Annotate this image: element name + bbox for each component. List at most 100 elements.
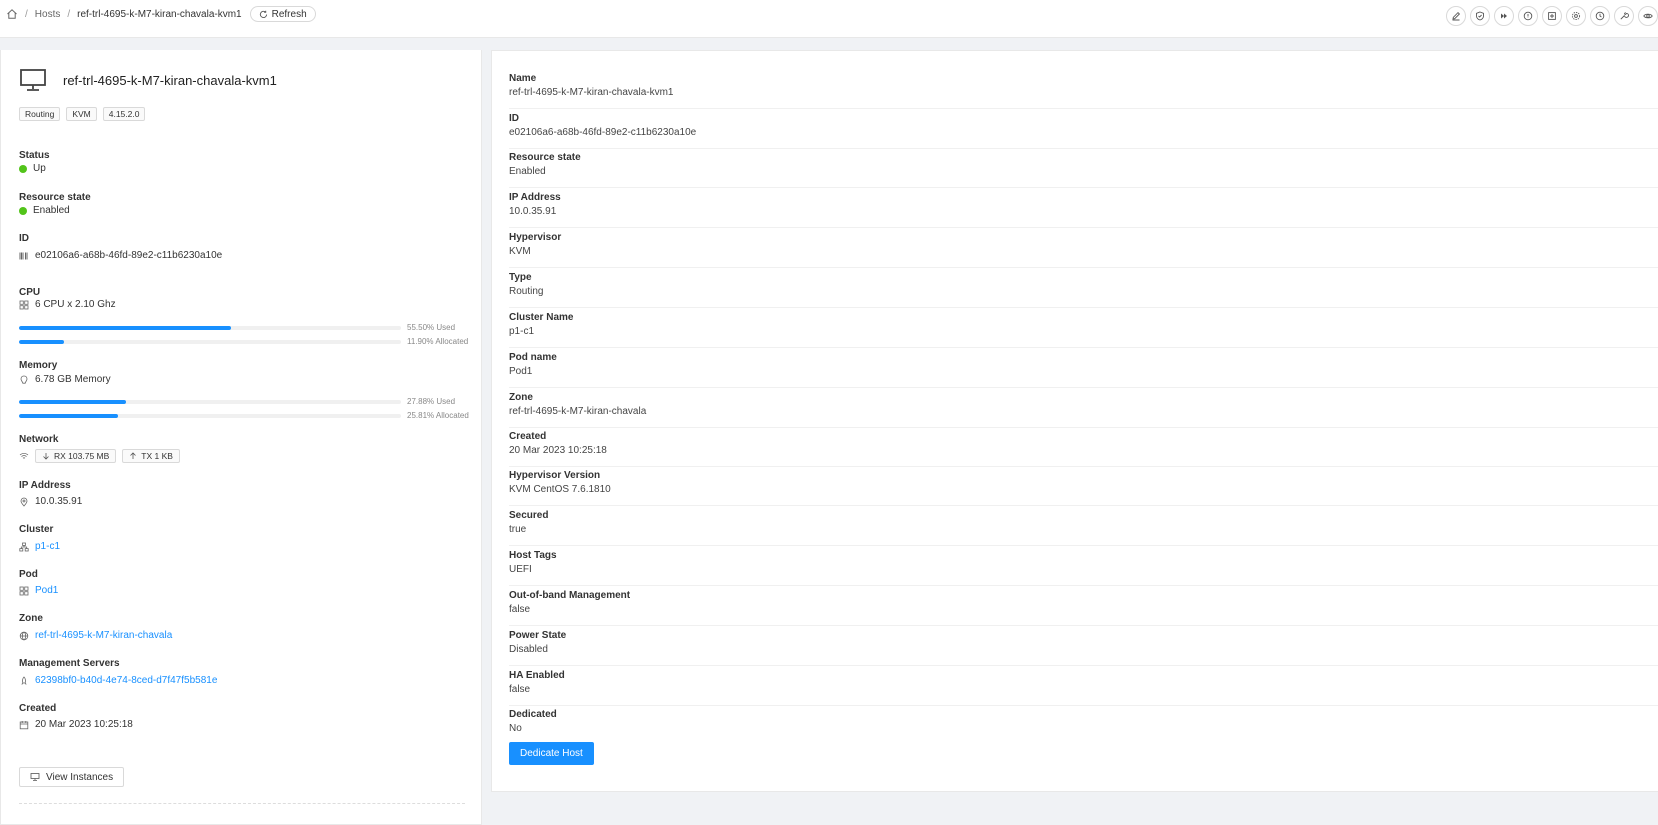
detail-value: No	[509, 723, 522, 734]
cpu-icon	[19, 300, 29, 309]
pod-label: Pod	[19, 569, 38, 580]
detail-item: Hypervisor KVM	[509, 231, 1658, 268]
cluster-link[interactable]: p1-c1	[35, 541, 60, 552]
edit-button[interactable]	[1446, 6, 1466, 26]
resource-state-text: Enabled	[33, 205, 70, 216]
created-text: 20 Mar 2023 10:25:18	[35, 719, 133, 730]
management-server-link[interactable]: 62398bf0-b40d-4e74-8ced-d7f47f5b581e	[35, 675, 217, 686]
pod-link[interactable]: Pod1	[35, 585, 58, 596]
info-button[interactable]	[1518, 6, 1538, 26]
breadcrumb-separator: /	[25, 8, 28, 20]
detail-value: KVM CentOS 7.6.1810	[509, 484, 611, 495]
detail-label: Created	[509, 431, 547, 442]
home-icon[interactable]	[6, 8, 18, 20]
view-instances-label: View Instances	[46, 771, 114, 783]
eye-icon	[1643, 13, 1653, 19]
location-icon	[20, 497, 28, 507]
detail-value: false	[509, 604, 531, 615]
settings-icon	[1571, 11, 1581, 21]
resource-state-value: Enabled	[19, 205, 70, 216]
dedicate-host-button[interactable]: Dedicate Host	[509, 742, 594, 765]
detail-label: Cluster Name	[509, 312, 574, 323]
detail-value: ref-trl-4695-k-M7-kiran-chavala-kvm1	[509, 87, 674, 98]
detail-value: ref-trl-4695-k-M7-kiran-chavala	[509, 406, 647, 417]
info-icon	[1523, 11, 1533, 21]
cpu-text: 6 CPU x 2.10 Ghz	[35, 299, 116, 310]
refresh-button[interactable]: Refresh	[249, 6, 316, 22]
cluster-label: Cluster	[19, 524, 54, 535]
management-servers-value: 62398bf0-b40d-4e74-8ced-d7f47f5b581e	[19, 675, 217, 686]
zone-value: ref-trl-4695-k-M7-kiran-chavala	[19, 630, 172, 641]
detail-value: 10.0.35.91	[509, 206, 557, 217]
maintenance-button[interactable]	[1542, 6, 1562, 26]
ip-label: IP Address	[19, 480, 71, 491]
detail-label: IP Address	[509, 192, 561, 203]
desktop-icon	[20, 69, 46, 91]
wrench-icon	[1620, 12, 1629, 20]
network-tx: TX 1 KB	[122, 449, 180, 463]
calendar-icon	[19, 720, 29, 729]
detail-item: Power State Disabled	[509, 629, 1658, 666]
ip-text: 10.0.35.91	[35, 496, 83, 507]
zone-link[interactable]: ref-trl-4695-k-M7-kiran-chavala	[35, 630, 172, 641]
detail-value: Pod1	[509, 366, 533, 377]
management-servers-label: Management Servers	[19, 658, 120, 669]
detail-label: ID	[509, 113, 519, 124]
created-label: Created	[19, 703, 57, 714]
detail-value: Enabled	[509, 166, 546, 177]
detail-value: 20 Mar 2023 10:25:18	[509, 445, 607, 456]
view-button[interactable]	[1638, 6, 1658, 26]
zone-label: Zone	[19, 613, 43, 624]
tag-hypervisor: KVM	[66, 107, 97, 121]
detail-item: Pod name Pod1	[509, 351, 1658, 388]
breadcrumb-hosts[interactable]: Hosts	[35, 9, 61, 20]
cpu-label: CPU	[19, 287, 41, 298]
detail-label: Out-of-band Management	[509, 590, 631, 601]
detail-label: Resource state	[509, 152, 581, 163]
detail-label: Secured	[509, 510, 549, 521]
schedule-button[interactable]	[1590, 6, 1610, 26]
cluster-icon	[19, 542, 29, 551]
forward-button[interactable]	[1494, 6, 1514, 26]
detail-value: Disabled	[509, 644, 548, 655]
detail-value: p1-c1	[509, 326, 535, 337]
secure-button[interactable]	[1470, 6, 1490, 26]
action-toolbar	[1446, 6, 1658, 26]
detail-item: Hypervisor Version KVM CentOS 7.6.1810	[509, 469, 1658, 506]
memory-allocated-text: 25.81% Allocated	[407, 411, 469, 420]
host-summary-card: ref-trl-4695-k-M7-kiran-chavala-kvm1 Rou…	[0, 50, 482, 825]
detail-item: Resource state Enabled	[509, 151, 1658, 188]
view-instances-button[interactable]: View Instances	[19, 767, 125, 787]
refresh-label: Refresh	[271, 8, 307, 20]
detail-label: Power State	[509, 630, 567, 641]
created-value: 20 Mar 2023 10:25:18	[19, 719, 133, 730]
host-details-card: Name ref-trl-4695-k-M7-kiran-chavala-kvm1…	[491, 50, 1658, 792]
resource-state-dot	[19, 206, 27, 215]
shield-icon	[1476, 11, 1484, 21]
detail-item: Type Routing	[509, 271, 1658, 308]
detail-value: false	[509, 684, 531, 695]
detail-label: Hypervisor	[509, 232, 562, 243]
pod-icon	[19, 586, 29, 595]
detail-item: Secured true	[509, 509, 1658, 546]
detail-item: IP Address 10.0.35.91	[509, 191, 1658, 228]
detail-label: Host Tags	[509, 550, 557, 561]
tools-button[interactable]	[1614, 6, 1634, 26]
status-text: Up	[33, 163, 46, 174]
arrow-up-icon	[130, 452, 137, 459]
memory-used-bar: 27.88% Used	[19, 397, 459, 408]
id-label: ID	[19, 233, 29, 244]
detail-item: Name ref-trl-4695-k-M7-kiran-chavala-kvm1	[509, 72, 1658, 109]
memory-used-text: 27.88% Used	[407, 397, 456, 406]
detail-item: Zone ref-trl-4695-k-M7-kiran-chavala	[509, 391, 1658, 428]
detail-item: Cluster Name p1-c1	[509, 311, 1658, 348]
status-dot	[19, 164, 27, 173]
desktop-icon	[30, 773, 40, 781]
tag-type: Routing	[19, 107, 61, 121]
detail-item: Host Tags UEFI	[509, 549, 1658, 586]
settings-button[interactable]	[1566, 6, 1586, 26]
maintenance-icon	[1548, 12, 1556, 20]
clock-icon	[1595, 11, 1605, 21]
id-text: e02106a6-a68b-46fd-89e2-c11b6230a10e	[35, 250, 223, 261]
network-rx-text: RX 103.75 MB	[54, 451, 110, 461]
